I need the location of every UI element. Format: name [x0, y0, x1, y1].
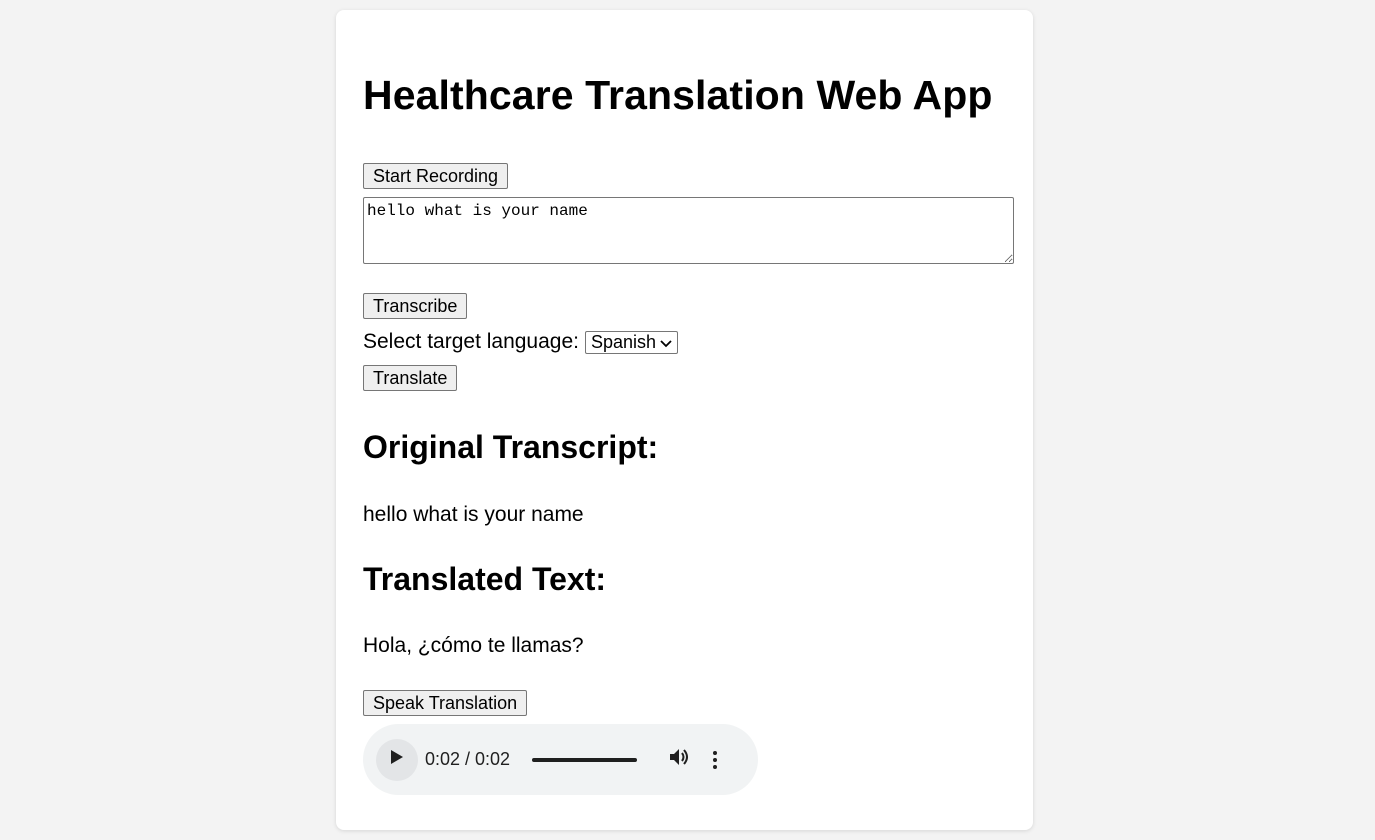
more-options-icon[interactable] [713, 750, 718, 769]
translated-text-heading: Translated Text: [363, 561, 607, 597]
original-transcript-heading: Original Transcript: [363, 429, 659, 465]
speak-translation-button[interactable]: Speak Translation [363, 690, 528, 716]
audio-player: 0:02 / 0:02 [363, 724, 758, 795]
start-recording-button[interactable]: Start Recording [363, 163, 509, 189]
audio-time-display: 0:02 / 0:02 [425, 749, 511, 769]
translate-button[interactable]: Translate [363, 365, 458, 391]
volume-button[interactable] [669, 747, 691, 772]
language-select-value: Spanish [591, 331, 657, 352]
play-icon [390, 749, 404, 770]
page-title: Healthcare Translation Web App [363, 72, 993, 118]
transcribe-button[interactable]: Transcribe [363, 293, 468, 319]
transcript-textarea-wrapper [363, 197, 1014, 264]
language-select[interactable]: Spanish [585, 330, 679, 354]
play-button[interactable] [376, 738, 418, 781]
language-label: Select target language: [363, 330, 579, 353]
volume-icon [669, 747, 691, 772]
chevron-down-icon [660, 332, 672, 353]
app-card: Healthcare Translation Web App Start Rec… [336, 10, 1033, 830]
language-row: Select target language: Spanish [363, 330, 679, 354]
audio-progress-bar[interactable] [532, 757, 638, 762]
original-transcript-text: hello what is your name [363, 503, 584, 526]
translated-text: Hola, ¿cómo te llamas? [363, 634, 584, 657]
transcript-input[interactable] [363, 197, 1014, 264]
